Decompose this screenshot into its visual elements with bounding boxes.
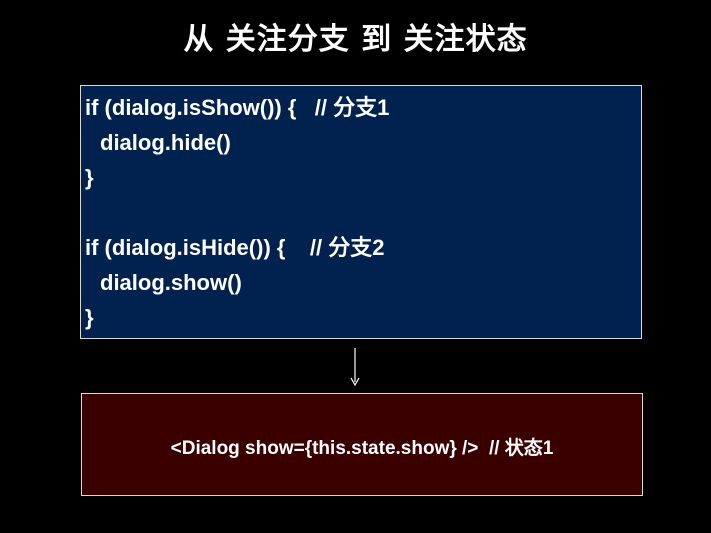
code-block: if (dialog.isShow()) { // 分支1 dialog.hid… [80,85,642,339]
code-line: dialog.hide() [100,130,231,155]
result-text: <Dialog show={this.state.show} /> // 状态1 [170,438,554,459]
down-arrow-icon [350,348,360,386]
code-line: if (dialog.isHide()) { // 分支2 [85,235,385,260]
slide-title: 从 关注分支 到 关注状态 [183,22,528,57]
result-block: <Dialog show={this.state.show} /> // 状态1 [81,393,643,496]
code-line: } [85,165,94,190]
code-line: dialog.show() [100,270,242,295]
code-line: } [85,305,94,330]
code-line: if (dialog.isShow()) { // 分支1 [85,95,390,120]
